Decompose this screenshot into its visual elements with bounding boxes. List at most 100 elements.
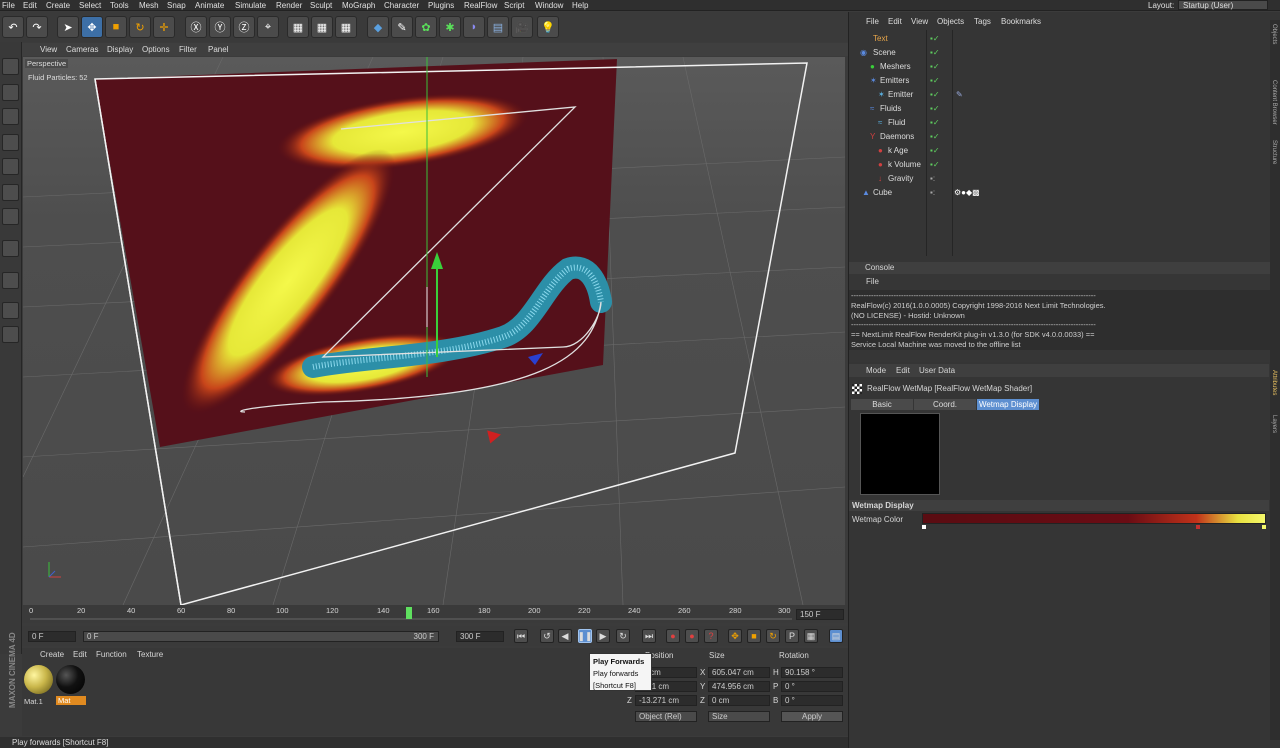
mat-menu-create[interactable]: Create: [40, 650, 64, 659]
mat-menu-function[interactable]: Function: [96, 650, 127, 659]
menu-character[interactable]: Character: [384, 0, 419, 11]
select-arrow-icon[interactable]: ➤: [57, 16, 79, 38]
start-frame-field[interactable]: 0 F: [28, 631, 76, 642]
subdivision-icon[interactable]: ✿: [415, 16, 437, 38]
workplane-icon[interactable]: [2, 134, 19, 151]
size-z-field[interactable]: 0 cm: [708, 695, 770, 706]
rotation-h-field[interactable]: 90.158 °: [781, 667, 843, 678]
menu-file[interactable]: File: [2, 0, 15, 11]
go-to-start-icon[interactable]: ⏮: [514, 629, 528, 643]
camera-icon[interactable]: 🎥: [511, 16, 533, 38]
menu-script[interactable]: Script: [504, 0, 524, 11]
mat-menu-texture[interactable]: Texture: [137, 650, 163, 659]
attr-menu-user-data[interactable]: User Data: [919, 366, 955, 375]
object-row-gravity[interactable]: ↓ Gravity ▪:: [850, 172, 1268, 185]
previous-frame-icon[interactable]: ◀: [558, 629, 572, 643]
menu-window[interactable]: Window: [535, 0, 563, 11]
next-frame-icon[interactable]: ▶: [596, 629, 610, 643]
side-tab-attributes[interactable]: Attributes: [1271, 370, 1277, 395]
menu-render[interactable]: Render: [276, 0, 302, 11]
visibility-check-icon[interactable]: ▪✓: [930, 102, 940, 115]
position-key-icon[interactable]: ✥: [728, 629, 742, 643]
record-active-icon[interactable]: ●: [666, 629, 680, 643]
menu-tools[interactable]: Tools: [110, 0, 129, 11]
live-selection-icon[interactable]: ✛: [153, 16, 175, 38]
visibility-check-icon[interactable]: ▪✓: [930, 74, 940, 87]
side-tab-content-browser[interactable]: Content Browser: [1271, 80, 1277, 125]
playhead[interactable]: [406, 607, 412, 619]
viewport-menu-options[interactable]: Options: [142, 43, 170, 56]
viewport-menu-panel[interactable]: Panel: [208, 43, 228, 56]
go-to-end-icon[interactable]: ⏭: [642, 629, 656, 643]
coordinate-system-icon[interactable]: ⌖: [257, 16, 279, 38]
tab-basic[interactable]: Basic: [851, 399, 913, 410]
make-editable-icon[interactable]: [2, 58, 19, 75]
attr-menu-mode[interactable]: Mode: [866, 366, 886, 375]
om-menu-objects[interactable]: Objects: [937, 15, 964, 29]
previous-key-icon[interactable]: ↺: [540, 629, 554, 643]
menu-help[interactable]: Help: [572, 0, 588, 11]
play-forwards-button[interactable]: ❚❚: [577, 629, 593, 643]
edges-mode-icon[interactable]: [2, 184, 19, 201]
z-axis-lock-icon[interactable]: Ⓩ: [233, 16, 255, 38]
spline-pen-icon[interactable]: ✎: [391, 16, 413, 38]
scale-key-icon[interactable]: ■: [747, 629, 761, 643]
visibility-check-icon[interactable]: ▪✓: [930, 60, 940, 73]
object-row-daemons[interactable]: Y Daemons ▪✓: [850, 130, 1268, 143]
side-tab-objects[interactable]: Objects: [1271, 24, 1277, 44]
menu-sculpt[interactable]: Sculpt: [310, 0, 332, 11]
console-menu-file[interactable]: File: [866, 277, 879, 286]
menu-snap[interactable]: Snap: [167, 0, 186, 11]
axis-mode-icon[interactable]: [2, 240, 19, 257]
om-menu-file[interactable]: File: [866, 15, 879, 29]
object-row-scene[interactable]: ◉ Scene ▪✓: [850, 46, 1268, 59]
menu-select[interactable]: Select: [79, 0, 101, 11]
redo-icon[interactable]: ↷: [26, 16, 48, 38]
next-key-icon[interactable]: ↻: [616, 629, 630, 643]
workplane-lock-icon[interactable]: [2, 302, 19, 319]
object-row-emitter[interactable]: ✶ Emitter ▪✓ ✎: [850, 88, 1268, 101]
object-row-k-volume[interactable]: ● k Volume ▪✓: [850, 158, 1268, 171]
polygons-mode-icon[interactable]: [2, 208, 19, 225]
object-row-fluid[interactable]: ≈ Fluid ▪✓: [850, 116, 1268, 129]
menu-create[interactable]: Create: [46, 0, 70, 11]
array-icon[interactable]: ✱: [439, 16, 461, 38]
move-tool-icon[interactable]: ✥: [81, 16, 103, 38]
visibility-dot-icon[interactable]: ▪:: [930, 186, 935, 199]
position-z-field[interactable]: -13.271 cm: [635, 695, 697, 706]
render-settings-icon[interactable]: ▦: [335, 16, 357, 38]
coord-size-select[interactable]: Size: [708, 711, 770, 722]
menu-mograph[interactable]: MoGraph: [342, 0, 375, 11]
mat-menu-edit[interactable]: Edit: [73, 650, 87, 659]
render-view-icon[interactable]: ▦: [287, 16, 309, 38]
gradient-knot-left[interactable]: [922, 525, 926, 529]
menu-mesh[interactable]: Mesh: [139, 0, 159, 11]
viewport-menu-filter[interactable]: Filter: [179, 43, 197, 56]
object-row-k-age[interactable]: ● k Age ▪✓: [850, 144, 1268, 157]
menu-simulate[interactable]: Simulate: [235, 0, 266, 11]
render-picture-viewer-icon[interactable]: ▦: [311, 16, 333, 38]
visibility-check-icon[interactable]: ▪✓: [930, 32, 940, 45]
keyframe-selection-icon[interactable]: ?: [704, 629, 718, 643]
floor-icon[interactable]: ▤: [487, 16, 509, 38]
parameter-key-icon[interactable]: P: [785, 629, 799, 643]
end-frame-field[interactable]: 300 F: [456, 631, 504, 642]
x-axis-lock-icon[interactable]: Ⓧ: [185, 16, 207, 38]
timeline-ruler[interactable]: 0 20 40 60 80 100 120 140 160 180 200 22…: [22, 605, 848, 623]
om-menu-bookmarks[interactable]: Bookmarks: [1001, 15, 1041, 29]
menu-edit[interactable]: Edit: [23, 0, 37, 11]
menu-plugins[interactable]: Plugins: [428, 0, 454, 11]
visibility-dot-icon[interactable]: ▪:: [930, 172, 935, 185]
menu-realflow[interactable]: RealFlow: [464, 0, 497, 11]
texture-mode-icon[interactable]: [2, 108, 19, 125]
rotation-key-icon[interactable]: ↻: [766, 629, 780, 643]
object-row-meshers[interactable]: ● Meshers ▪✓: [850, 60, 1268, 73]
side-tab-structure[interactable]: Structure: [1271, 140, 1277, 164]
viewport-menu-cameras[interactable]: Cameras: [66, 43, 98, 56]
material-swatch-mat1[interactable]: [24, 665, 53, 694]
deformer-icon[interactable]: ◗: [463, 16, 485, 38]
3d-viewport[interactable]: Perspective Fluid Particles: 52: [23, 57, 845, 605]
snap-icon[interactable]: [2, 272, 19, 289]
quantize-icon[interactable]: [2, 326, 19, 343]
layout-select[interactable]: Startup (User): [1178, 0, 1268, 10]
